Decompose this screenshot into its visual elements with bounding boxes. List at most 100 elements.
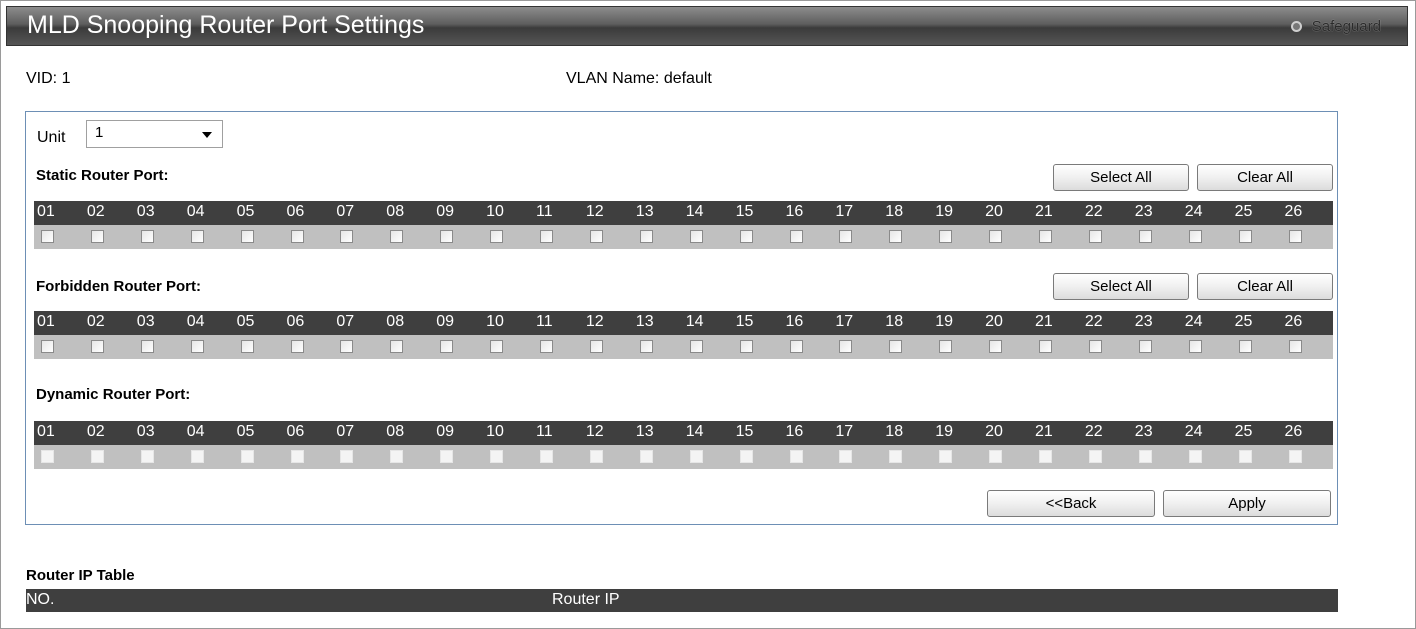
forbidden-clear-all-button[interactable]: Clear All [1197, 273, 1333, 300]
port-number: 13 [635, 423, 654, 440]
port-number: 14 [685, 423, 704, 440]
port-number: 02 [86, 423, 105, 440]
forbidden-port-checkbox[interactable] [290, 340, 304, 353]
port-number: 09 [436, 313, 454, 330]
forbidden-port-checkbox[interactable] [1238, 340, 1252, 353]
static-port-checkbox[interactable] [90, 230, 104, 243]
static-port-checkbox[interactable] [989, 230, 1003, 243]
port-number: 24 [1184, 203, 1203, 220]
static-port-checkbox[interactable] [889, 230, 903, 243]
port-number: 21 [1035, 203, 1053, 220]
forbidden-select-all-button[interactable]: Select All [1053, 273, 1189, 300]
forbidden-port-checkbox[interactable] [190, 340, 204, 353]
forbidden-port-checkbox[interactable] [789, 340, 803, 353]
port-number: 11 [536, 423, 553, 440]
forbidden-port-checkbox[interactable] [939, 340, 953, 353]
port-number: 03 [136, 313, 155, 330]
port-number: 20 [985, 203, 1003, 220]
forbidden-port-checkbox[interactable] [639, 340, 653, 353]
static-port-checkbox[interactable] [1288, 230, 1302, 243]
static-port-checkbox[interactable] [1188, 230, 1202, 243]
static-port-checkbox[interactable] [440, 230, 454, 243]
forbidden-port-checkbox[interactable] [390, 340, 404, 353]
static-port-checkbox[interactable] [1088, 230, 1102, 243]
forbidden-port-checkbox[interactable] [839, 340, 853, 353]
forbidden-port-checkbox[interactable] [1039, 340, 1052, 353]
port-number: 10 [486, 203, 504, 220]
forbidden-port-checkbox[interactable] [490, 340, 504, 353]
static-port-checkbox[interactable] [41, 230, 54, 243]
dynamic-port-checkbox [989, 450, 1003, 463]
static-port-checkbox[interactable] [190, 230, 204, 243]
port-number: 03 [136, 203, 155, 220]
port-number: 15 [735, 423, 754, 440]
port-number: 08 [386, 423, 405, 440]
static-port-checkbox[interactable] [739, 230, 753, 243]
static-port-checkbox[interactable] [1238, 230, 1252, 243]
static-port-checkbox[interactable] [140, 230, 154, 243]
port-number: 18 [885, 423, 904, 440]
port-number: 13 [635, 313, 654, 330]
forbidden-port-checkbox[interactable] [739, 340, 753, 353]
dynamic-port-checkbox [340, 450, 354, 463]
static-port-checkbox[interactable] [490, 230, 504, 243]
forbidden-port-checkbox[interactable] [240, 340, 254, 353]
apply-button[interactable]: Apply [1163, 490, 1331, 517]
router-ip-table-header: NO. Router IP [26, 589, 1338, 612]
vid-text: VID: 1 [26, 70, 71, 87]
back-button[interactable]: <<Back [987, 490, 1155, 517]
port-number: 16 [785, 313, 804, 330]
forbidden-port-checkbox[interactable] [1138, 340, 1152, 353]
forbidden-port-checkbox[interactable] [41, 340, 54, 353]
forbidden-port-checkbox[interactable] [90, 340, 104, 353]
static-clear-all-button[interactable]: Clear All [1197, 164, 1333, 191]
page-title: MLD Snooping Router Port Settings [27, 11, 425, 39]
static-port-checkbox[interactable] [540, 230, 553, 243]
static-port-checkbox[interactable] [939, 230, 953, 243]
forbidden-port-checkbox[interactable] [689, 340, 703, 353]
forbidden-port-checkbox[interactable] [1288, 340, 1302, 353]
static-port-checkbox[interactable] [789, 230, 803, 243]
forbidden-port-header: 01 02 03 04 05 06 07 08 09 10 11 12 13 14 15 16 17 18 19 20… [34, 311, 1333, 335]
static-port-checkbox[interactable] [839, 230, 853, 243]
unit-select[interactable]: 1 [86, 120, 223, 148]
forbidden-port-checkbox[interactable] [1088, 340, 1102, 353]
port-number: 06 [286, 423, 305, 440]
dynamic-port-header: 01 02 03 04 05 06 07 08 09 10 11 12 13 14 15 16 17 18 19 20… [34, 421, 1333, 445]
forbidden-port-checkbox[interactable] [989, 340, 1003, 353]
forbidden-port-checkbox[interactable] [340, 340, 354, 353]
forbidden-port-checkbox[interactable] [440, 340, 454, 353]
static-port-checkbox[interactable] [290, 230, 304, 243]
port-number: 17 [835, 313, 854, 330]
forbidden-port-checkbox[interactable] [140, 340, 154, 353]
forbidden-port-checkbox[interactable] [540, 340, 553, 353]
port-number: 19 [935, 203, 953, 220]
port-number: 05 [236, 313, 255, 330]
static-select-all-button[interactable]: Select All [1053, 164, 1189, 191]
static-port-checkbox[interactable] [1138, 230, 1152, 243]
port-number: 10 [486, 313, 504, 330]
static-port-checkbox[interactable] [1039, 230, 1052, 243]
static-port-header: 01 02 03 04 05 06 07 08 09 10 11 12 13 14 15 16 17 18 19 20… [34, 201, 1333, 225]
static-port-checkbox[interactable] [390, 230, 404, 243]
port-number: 04 [186, 203, 205, 220]
static-port-checkbox[interactable] [240, 230, 254, 243]
port-number: 02 [86, 203, 105, 220]
unit-label: Unit [37, 129, 66, 146]
static-port-checkbox[interactable] [689, 230, 703, 243]
static-port-checkbox[interactable] [340, 230, 354, 243]
port-number: 22 [1084, 313, 1103, 330]
port-number: 20 [985, 423, 1003, 440]
port-number: 10 [486, 423, 504, 440]
dynamic-router-port-label: Dynamic Router Port: [36, 386, 191, 403]
static-port-checkbox[interactable] [639, 230, 653, 243]
router-ip-table-title: Router IP Table [26, 567, 135, 584]
port-number: 14 [685, 203, 704, 220]
static-port-checkbox[interactable] [589, 230, 603, 243]
port-number: 25 [1234, 203, 1253, 220]
port-number: 24 [1184, 423, 1203, 440]
forbidden-port-checkbox[interactable] [1188, 340, 1202, 353]
forbidden-port-checkbox[interactable] [889, 340, 903, 353]
forbidden-port-checkbox[interactable] [589, 340, 603, 353]
dynamic-port-checkbox [889, 450, 903, 463]
